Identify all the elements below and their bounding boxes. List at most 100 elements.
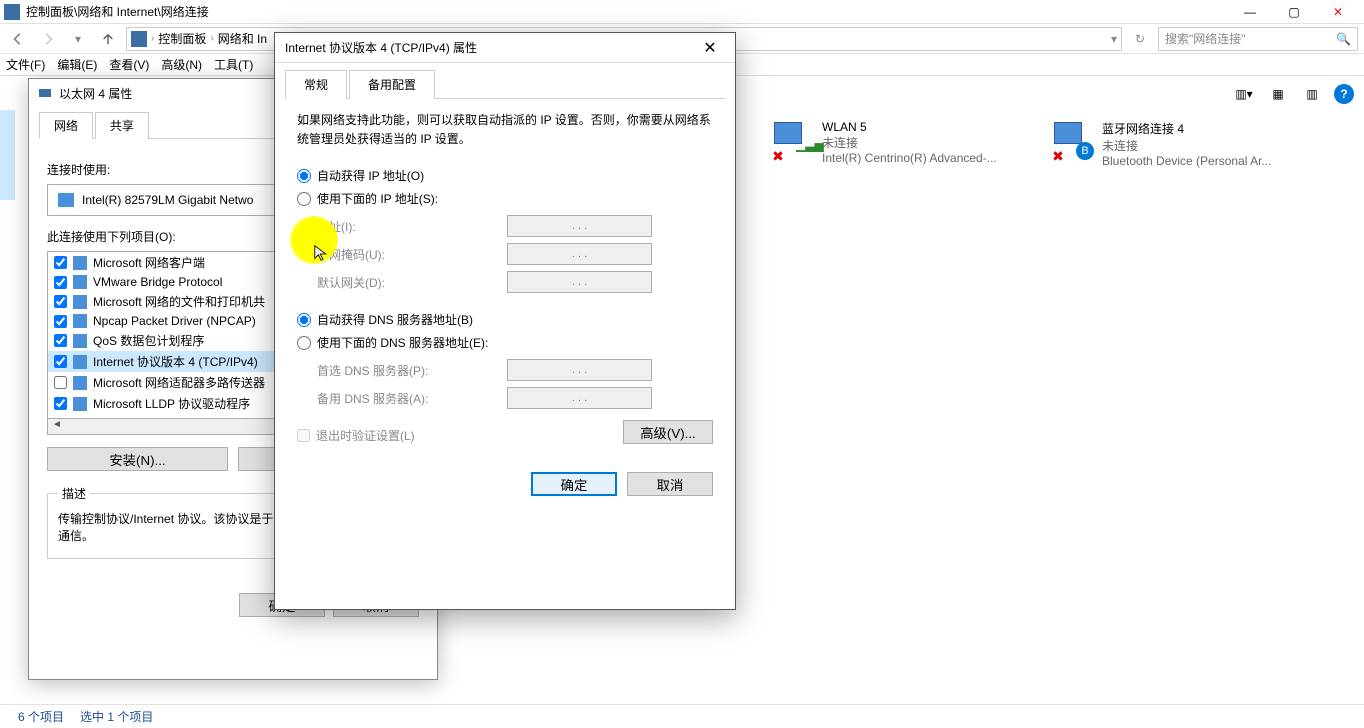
close-button[interactable]: ✕ <box>1316 0 1360 24</box>
window-titlebar: 控制面板\网络和 Internet\网络连接 — ▢ ✕ <box>0 0 1364 24</box>
protocol-icon <box>73 256 87 270</box>
connection-name: WLAN 5 <box>822 120 997 134</box>
dialog-titlebar[interactable]: Internet 协议版本 4 (TCP/IPv4) 属性 ✕ <box>275 33 735 63</box>
protocol-label: Microsoft 网络的文件和打印机共 <box>93 293 265 310</box>
chevron-right-icon: › <box>210 33 213 44</box>
connections-area: ✖ ▁▃▅ WLAN 5 未连接 Intel(R) Centrino(R) Ad… <box>770 120 1300 168</box>
radio-auto-dns[interactable] <box>297 313 311 327</box>
ok-button[interactable]: 确定 <box>531 472 617 496</box>
connection-status: 未连接 <box>1102 137 1271 154</box>
protocol-checkbox[interactable] <box>54 397 67 410</box>
maximize-button[interactable]: ▢ <box>1272 0 1316 24</box>
menu-view[interactable]: 查看(V) <box>109 56 149 73</box>
close-button[interactable]: ✕ <box>695 34 725 62</box>
ethernet-icon <box>37 85 53 101</box>
cancel-button[interactable]: 取消 <box>627 472 713 496</box>
menu-file[interactable]: 文件(F) <box>6 56 45 73</box>
protocol-label: VMware Bridge Protocol <box>93 275 222 289</box>
protocol-label: Npcap Packet Driver (NPCAP) <box>93 314 256 328</box>
radio-manual-dns-label: 使用下面的 DNS 服务器地址(E): <box>317 334 488 351</box>
protocol-label: QoS 数据包计划程序 <box>93 332 204 349</box>
connection-wlan[interactable]: ✖ ▁▃▅ WLAN 5 未连接 Intel(R) Centrino(R) Ad… <box>770 120 1020 168</box>
status-item-count: 6 个项目 <box>18 708 64 725</box>
exit-verify-label: 退出时验证设置(L) <box>316 427 415 444</box>
label-gateway: 默认网关(D): <box>317 274 507 291</box>
minimize-button[interactable]: — <box>1228 0 1272 24</box>
bluetooth-icon: ✖ B <box>1050 120 1094 164</box>
protocol-label: Microsoft 网络适配器多路传送器 <box>93 374 265 391</box>
ipv4-properties-dialog: Internet 协议版本 4 (TCP/IPv4) 属性 ✕ 常规 备用配置 … <box>274 32 736 610</box>
search-placeholder: 搜索"网络连接" <box>1165 30 1246 47</box>
radio-manual-ip[interactable] <box>297 192 311 206</box>
protocol-icon <box>73 275 87 289</box>
protocol-icon <box>73 376 87 390</box>
nav-forward-button[interactable] <box>36 27 60 51</box>
install-button[interactable]: 安装(N)... <box>47 447 228 471</box>
protocol-label: Microsoft 网络客户端 <box>93 254 205 271</box>
protocol-icon <box>73 334 87 348</box>
adapter-icon <box>58 193 74 207</box>
status-selected-count: 选中 1 个项目 <box>80 708 153 725</box>
protocol-checkbox[interactable] <box>54 276 67 289</box>
connection-status: 未连接 <box>822 134 997 151</box>
label-dns2: 备用 DNS 服务器(A): <box>317 390 507 407</box>
breadcrumb-dropdown[interactable]: ▾ <box>1111 32 1117 46</box>
protocol-icon <box>73 355 87 369</box>
radio-manual-ip-label: 使用下面的 IP 地址(S): <box>317 190 438 207</box>
status-bar: 6 个项目 选中 1 个项目 <box>0 704 1364 728</box>
help-icon[interactable]: ? <box>1334 84 1354 104</box>
dns1-input: . . . <box>507 359 652 381</box>
radio-auto-ip[interactable] <box>297 169 311 183</box>
menu-advanced[interactable]: 高级(N) <box>161 56 202 73</box>
info-text: 如果网络支持此功能，则可以获取自动指派的 IP 设置。否则，你需要从网络系统管理… <box>297 111 713 149</box>
advanced-button[interactable]: 高级(V)... <box>623 420 713 444</box>
protocol-checkbox[interactable] <box>54 376 67 389</box>
app-icon <box>4 4 20 20</box>
subnet-input: . . . <box>507 243 652 265</box>
connection-name: 蓝牙网络连接 4 <box>1102 120 1271 137</box>
radio-manual-dns[interactable] <box>297 336 311 350</box>
connection-bluetooth[interactable]: ✖ B 蓝牙网络连接 4 未连接 Bluetooth Device (Perso… <box>1050 120 1300 168</box>
toolbar-right: ▥▾ ▦ ▥ ? <box>1232 82 1354 106</box>
nav-dropdown-button[interactable]: ▾ <box>66 27 90 51</box>
nav-back-button[interactable] <box>6 27 30 51</box>
protocol-checkbox[interactable] <box>54 355 67 368</box>
protocol-checkbox[interactable] <box>54 295 67 308</box>
dialog-title: 以太网 4 属性 <box>59 85 132 102</box>
gateway-input: . . . <box>507 271 652 293</box>
group-button[interactable]: ▦ <box>1266 82 1290 106</box>
adapter-name: Intel(R) 82579LM Gigabit Netwo <box>82 193 253 207</box>
protocol-label: Microsoft LLDP 协议驱动程序 <box>93 395 250 412</box>
tab-general[interactable]: 常规 <box>285 70 347 99</box>
refresh-button[interactable]: ↻ <box>1128 27 1152 51</box>
breadcrumb-item[interactable]: 控制面板 <box>158 30 206 47</box>
chevron-right-icon: › <box>151 33 154 44</box>
protocol-label: Internet 协议版本 4 (TCP/IPv4) <box>93 353 258 370</box>
dns2-input: . . . <box>507 387 652 409</box>
tab-share[interactable]: 共享 <box>95 112 149 139</box>
nav-up-button[interactable] <box>96 27 120 51</box>
radio-auto-ip-label: 自动获得 IP 地址(O) <box>317 167 424 184</box>
tab-alternate[interactable]: 备用配置 <box>349 70 435 99</box>
menu-tools[interactable]: 工具(T) <box>214 56 253 73</box>
protocol-checkbox[interactable] <box>54 334 67 347</box>
connection-device: Intel(R) Centrino(R) Advanced-... <box>822 151 997 165</box>
window-title: 控制面板\网络和 Internet\网络连接 <box>26 3 1228 20</box>
menu-edit[interactable]: 编辑(E) <box>57 56 97 73</box>
protocol-checkbox[interactable] <box>54 256 67 269</box>
selected-item-strip <box>0 110 15 200</box>
wlan-icon: ✖ ▁▃▅ <box>770 120 814 164</box>
search-input[interactable]: 搜索"网络连接" 🔍 <box>1158 27 1358 51</box>
protocol-icon <box>73 397 87 411</box>
details-pane-button[interactable]: ▥ <box>1300 82 1324 106</box>
protocol-checkbox[interactable] <box>54 315 67 328</box>
exit-verify-checkbox <box>297 429 310 442</box>
breadcrumb-item[interactable]: 网络和 In <box>218 30 267 47</box>
dialog-title: Internet 协议版本 4 (TCP/IPv4) 属性 <box>285 39 477 56</box>
protocol-icon <box>73 314 87 328</box>
tab-network[interactable]: 网络 <box>39 112 93 139</box>
connection-device: Bluetooth Device (Personal Ar... <box>1102 154 1271 168</box>
view-mode-button[interactable]: ▥▾ <box>1232 82 1256 106</box>
description-legend: 描述 <box>58 485 90 502</box>
label-ip-address: 地址(I): <box>317 218 507 235</box>
